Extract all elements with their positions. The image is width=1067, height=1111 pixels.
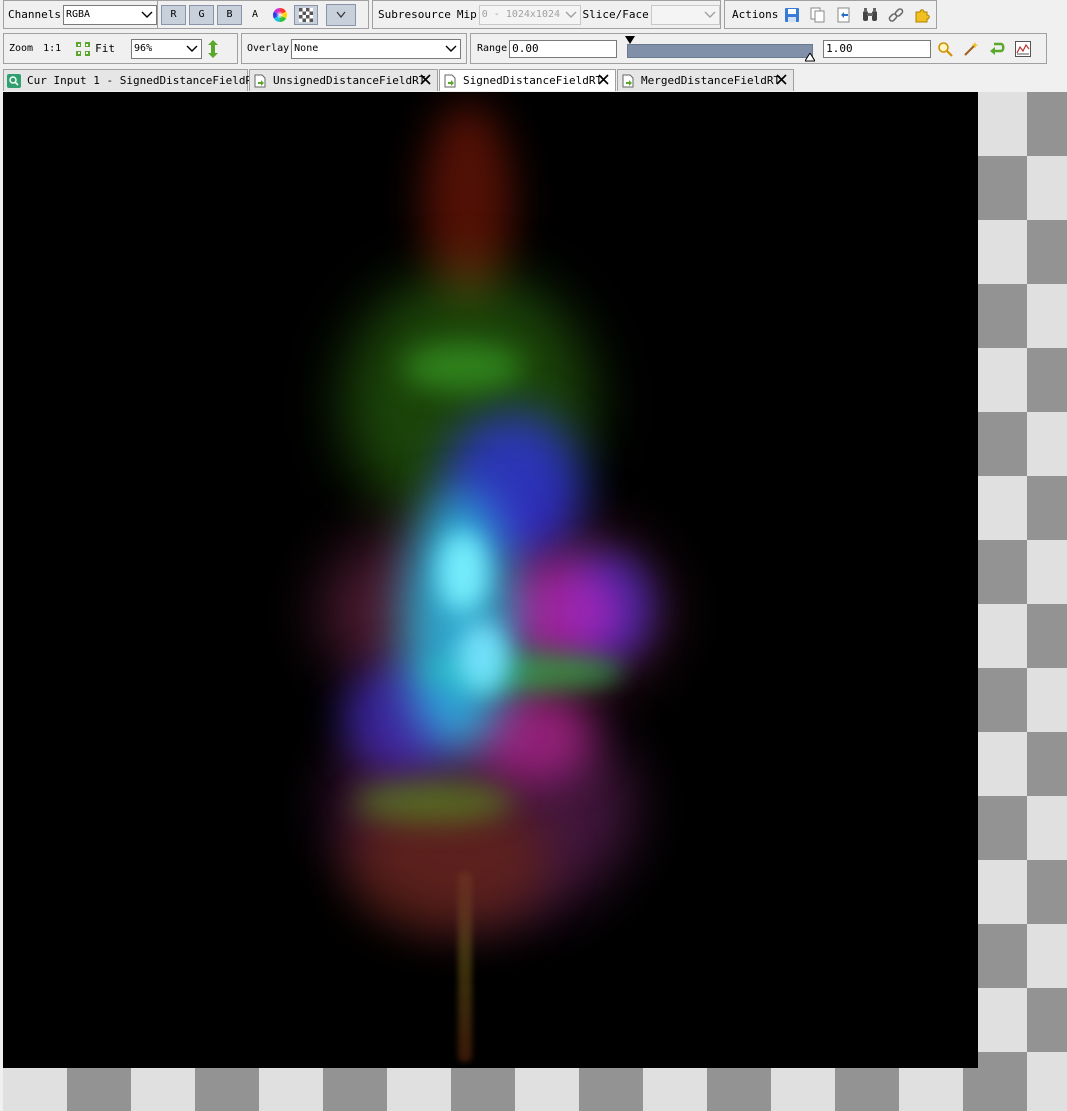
open-icon[interactable] bbox=[836, 7, 852, 23]
close-icon[interactable] bbox=[598, 74, 609, 88]
locked-tab-icon bbox=[253, 74, 267, 88]
texture-core bbox=[458, 622, 508, 692]
copy-icon[interactable] bbox=[810, 7, 826, 23]
subresource-group: Subresource Mip 0 - 1024x1024 Slice/Face bbox=[372, 0, 721, 29]
chevron-down-icon bbox=[445, 44, 457, 54]
range-min-handle[interactable] bbox=[625, 35, 636, 46]
channels-value: RGBA bbox=[65, 9, 91, 20]
texture-image[interactable] bbox=[3, 92, 978, 1068]
tab-label: Cur Input 1 - SignedDistanceFieldRT bbox=[27, 74, 259, 87]
overlay-value: None bbox=[294, 43, 319, 54]
tab-merged-distance-field[interactable]: MergedDistanceFieldRT bbox=[617, 69, 794, 91]
overlay-label: Overlay bbox=[247, 43, 290, 54]
tab-label: SignedDistanceFieldRT bbox=[463, 74, 603, 87]
wand-icon[interactable] bbox=[963, 41, 979, 57]
subresource-label: Subresource bbox=[378, 8, 451, 21]
channels-select[interactable]: RGBA bbox=[62, 4, 157, 25]
range-slider[interactable] bbox=[625, 35, 816, 62]
mip-value: 0 - 1024x1024 bbox=[481, 9, 561, 20]
puzzle-icon[interactable] bbox=[914, 7, 931, 23]
locked-tab-icon bbox=[621, 74, 635, 88]
close-icon[interactable] bbox=[420, 74, 431, 88]
locked-tab-icon bbox=[443, 74, 457, 88]
undo-arrow-icon[interactable] bbox=[989, 41, 1005, 57]
zoom-select[interactable]: 96% bbox=[131, 38, 203, 59]
histogram-icon[interactable] bbox=[1015, 40, 1032, 57]
range-slider-bar bbox=[627, 43, 814, 58]
actions-group: Actions bbox=[724, 0, 937, 29]
tab-label: UnsignedDistanceFieldRT bbox=[273, 74, 426, 87]
texture-core bbox=[403, 492, 513, 752]
texture-glow bbox=[403, 342, 523, 392]
tab-unsigned-distance-field[interactable]: UnsignedDistanceFieldRT bbox=[249, 69, 438, 91]
range-max-input[interactable]: 1.00 bbox=[823, 39, 932, 58]
chevron-down-icon bbox=[186, 44, 198, 54]
green-channel-label: G bbox=[198, 9, 205, 20]
range-min-input[interactable]: 0.00 bbox=[509, 39, 618, 58]
zoom-value: 96% bbox=[134, 43, 153, 54]
flip-y-toggle[interactable] bbox=[326, 3, 357, 26]
red-channel-toggle[interactable]: R bbox=[161, 4, 186, 25]
checkerboard-toggle[interactable] bbox=[294, 4, 319, 25]
updown-arrow-icon[interactable] bbox=[207, 39, 219, 58]
binoculars-icon[interactable] bbox=[862, 7, 878, 23]
tab-label: MergedDistanceFieldRT bbox=[641, 74, 781, 87]
slice-face-select[interactable] bbox=[650, 4, 720, 25]
mip-select[interactable]: 0 - 1024x1024 bbox=[478, 4, 581, 25]
green-channel-toggle[interactable]: G bbox=[189, 4, 214, 25]
overlay-group: Overlay None bbox=[241, 33, 467, 64]
tab-cur-input[interactable]: Cur Input 1 - SignedDistanceFieldRT bbox=[3, 69, 259, 91]
range-label: Range bbox=[477, 43, 508, 54]
slice-face-label: Slice/Face bbox=[582, 8, 649, 21]
save-icon[interactable] bbox=[784, 7, 800, 23]
blue-channel-label: B bbox=[226, 9, 233, 20]
texture-glow bbox=[353, 782, 513, 822]
range-max-handle[interactable] bbox=[805, 52, 816, 62]
actions-label: Actions bbox=[732, 8, 779, 21]
color-wheel-icon[interactable] bbox=[272, 7, 288, 23]
range-group: Range 0.00 1.00 bbox=[470, 33, 1047, 64]
link-icon[interactable] bbox=[888, 7, 904, 23]
checkerboard-icon bbox=[299, 7, 314, 22]
chevron-down-icon bbox=[565, 10, 577, 20]
red-channel-label: R bbox=[170, 9, 177, 20]
channel-toggles-group: R G B A bbox=[157, 0, 369, 29]
overlay-select[interactable]: None bbox=[291, 38, 462, 59]
alpha-channel-toggle[interactable]: A bbox=[252, 9, 258, 20]
close-icon[interactable] bbox=[776, 74, 787, 88]
flip-icon bbox=[336, 11, 346, 18]
mip-label: Mip bbox=[456, 8, 477, 21]
zoom-group: Zoom 1:1 Fit 96% bbox=[3, 33, 238, 64]
texture-core bbox=[438, 532, 488, 612]
channels-group: Channels RGBA bbox=[3, 0, 158, 29]
fit-icon[interactable] bbox=[75, 41, 91, 57]
range-min-value: 0.00 bbox=[512, 42, 539, 55]
fit-button[interactable]: Fit bbox=[95, 42, 115, 55]
channels-label: Channels bbox=[8, 8, 61, 21]
follow-icon bbox=[7, 73, 21, 88]
texture-viewport[interactable] bbox=[3, 92, 1067, 1111]
texture-glow bbox=[503, 562, 623, 662]
chevron-down-icon bbox=[141, 10, 153, 20]
magnifier-icon[interactable] bbox=[937, 41, 953, 57]
tab-signed-distance-field[interactable]: SignedDistanceFieldRT bbox=[439, 69, 616, 91]
chevron-down-icon bbox=[704, 10, 716, 20]
zoom-1to1-button[interactable]: 1:1 bbox=[43, 43, 61, 54]
zoom-label: Zoom bbox=[9, 43, 34, 54]
blue-channel-toggle[interactable]: B bbox=[217, 4, 242, 25]
range-max-value: 1.00 bbox=[826, 42, 853, 55]
